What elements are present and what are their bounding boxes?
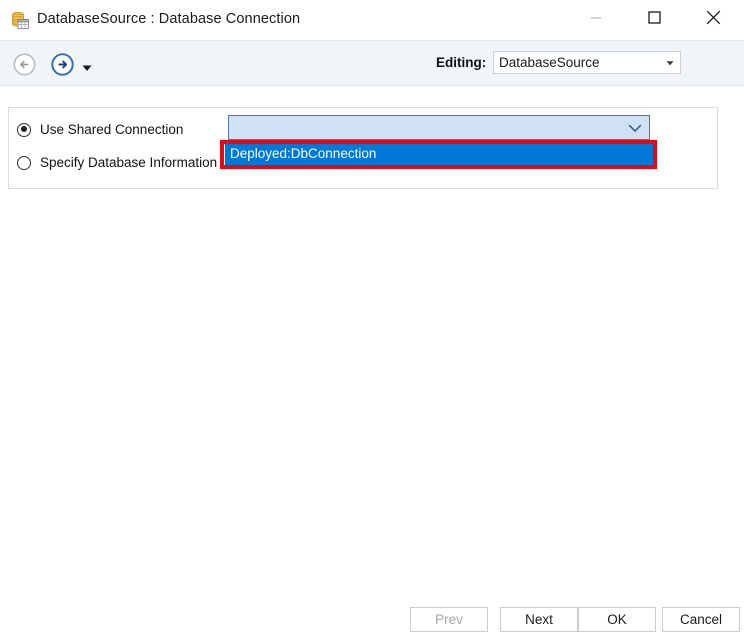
radio-specify-database-information[interactable]: Specify Database Information <box>17 155 217 170</box>
radio-indicator-unselected <box>17 155 31 170</box>
radio-indicator-selected <box>17 122 31 137</box>
list-item[interactable]: Deployed:DbConnection <box>225 143 653 165</box>
close-button[interactable] <box>690 0 736 40</box>
maximize-icon <box>647 11 661 29</box>
next-button[interactable]: Next <box>500 607 578 632</box>
prev-button[interactable]: Prev <box>410 607 488 632</box>
chevron-down-icon <box>81 60 93 77</box>
shared-connection-combobox[interactable] <box>228 115 650 140</box>
title-bar: DatabaseSource : Database Connection <box>0 0 744 41</box>
history-dropdown-button[interactable] <box>81 60 93 71</box>
minimize-icon <box>590 11 602 29</box>
editing-label: Editing: <box>436 55 487 70</box>
editing-combobox[interactable]: DatabaseSource <box>493 51 681 74</box>
ok-button[interactable]: OK <box>578 607 656 632</box>
forward-button[interactable] <box>50 52 75 77</box>
radio-label-specify-database-information: Specify Database Information <box>40 155 218 170</box>
navigation-toolbar: Editing: DatabaseSource <box>0 41 744 86</box>
database-table-icon <box>10 10 30 30</box>
close-icon <box>706 10 721 30</box>
back-arrow-icon <box>12 53 37 81</box>
maximize-button[interactable] <box>631 0 677 40</box>
chevron-down-icon[interactable] <box>625 116 645 139</box>
radio-use-shared-connection[interactable]: Use Shared Connection <box>17 122 183 137</box>
forward-arrow-icon <box>50 53 75 81</box>
radio-label-use-shared-connection: Use Shared Connection <box>40 122 184 137</box>
minimize-button[interactable] <box>573 0 619 40</box>
editing-combobox-value: DatabaseSource <box>499 55 600 70</box>
back-button[interactable] <box>12 52 37 77</box>
chevron-down-icon[interactable] <box>660 52 680 73</box>
cancel-button[interactable]: Cancel <box>662 607 740 632</box>
shared-connection-dropdown-list[interactable]: Deployed:DbConnection <box>225 143 653 165</box>
window-title: DatabaseSource : Database Connection <box>37 11 301 27</box>
